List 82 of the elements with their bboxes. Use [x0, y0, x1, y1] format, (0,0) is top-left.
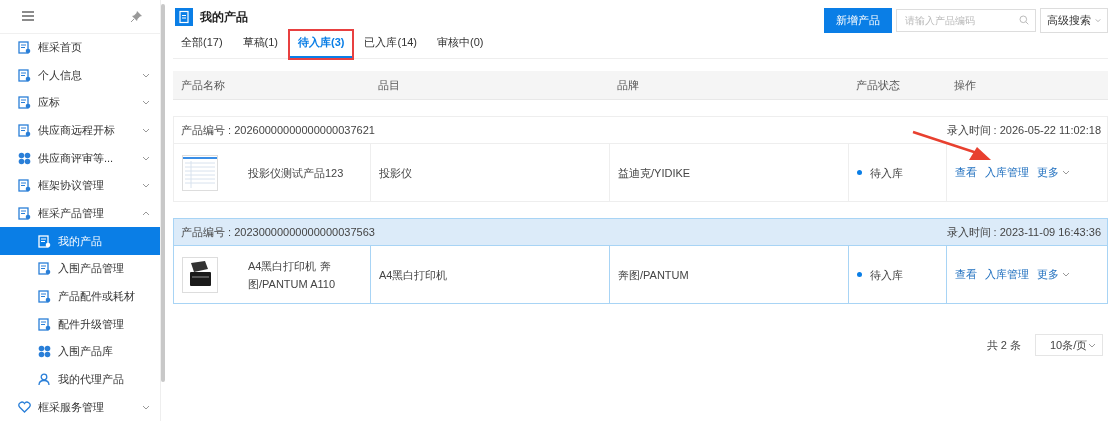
sidebar-subitem[interactable]: 我的产品: [0, 227, 160, 255]
table-cell-text: 益迪克/YIDIKE: [618, 165, 691, 181]
page-size-dropdown[interactable]: 10条/页: [1035, 334, 1103, 356]
grid-icon: [38, 345, 51, 359]
menu-icon[interactable]: [22, 11, 34, 22]
document-icon: [18, 179, 31, 193]
entry-time: 录入时间 : 2023-11-09 16:43:36: [946, 224, 1101, 240]
chevron-icon: [142, 127, 150, 133]
action-link[interactable]: 入库管理: [985, 267, 1029, 282]
sidebar-subitem[interactable]: 配件升级管理: [0, 310, 160, 338]
table-cell-text: 奔图/PANTUM: [618, 267, 689, 283]
scrollbar-thumb[interactable]: [161, 4, 165, 382]
person-icon: [38, 373, 51, 386]
page-title: 我的产品: [200, 8, 248, 26]
column-header: 操作: [953, 77, 977, 93]
printer-thumbnail: [182, 256, 218, 293]
chevron-icon: [1062, 170, 1070, 175]
action-link[interactable]: 查看: [955, 267, 977, 282]
product-name: A4黑白打印机 奔图/PANTUM A110: [248, 258, 336, 292]
chevron-icon: [1062, 272, 1070, 277]
product-code: 产品编号 : 20260000000000000037621: [181, 122, 375, 138]
chevron-icon: [142, 100, 150, 106]
chevron-icon: [1095, 18, 1101, 23]
table-cell-text: 投影仪: [379, 165, 412, 181]
document-icon: [18, 206, 31, 220]
sidebar-item[interactable]: 供应商评审等...: [0, 144, 160, 172]
column-header: 品目: [377, 77, 401, 93]
chevron-icon: [142, 183, 150, 189]
sidebar-subitem[interactable]: 入围产品库: [0, 338, 160, 366]
status-text: 待入库: [870, 165, 903, 181]
document-icon: [18, 40, 31, 54]
screenshot-thumbnail: [182, 154, 218, 191]
column-header: 品牌: [616, 77, 640, 93]
document-icon: [38, 234, 51, 248]
action-link[interactable]: 查看: [955, 165, 977, 180]
sidebar-item[interactable]: 应标: [0, 88, 160, 117]
sidebar-item[interactable]: 供应商远程开标: [0, 116, 160, 145]
search-icon[interactable]: [1019, 15, 1029, 25]
sidebar-item[interactable]: 框采首页: [0, 33, 160, 62]
chevron-icon: [142, 210, 150, 216]
sidebar-subitem[interactable]: 产品配件或耗材: [0, 282, 160, 311]
add-product-button[interactable]: 新增产品: [824, 8, 892, 33]
entry-time: 录入时间 : 2026-05-22 11:02:18: [946, 122, 1101, 138]
column-header: 产品状态: [855, 77, 901, 93]
product-card[interactable]: 产品编号 : 20230000000000000037563 录入时间 : 2023-11-09 16:43:36 A4黑白打印机 奔图/PANTUM A110 A4黑白打印机 奔图/PANTUM 待入库 查看 入库管理 更多: [173, 218, 1108, 304]
status-dot: [857, 272, 862, 277]
more-dropdown[interactable]: 更多: [1037, 267, 1070, 282]
tab[interactable]: 全部(17): [173, 31, 231, 58]
tab[interactable]: 审核中(0): [429, 31, 492, 58]
document-icon: [18, 68, 31, 82]
document-icon: [38, 317, 51, 331]
document-icon: [18, 123, 31, 137]
advanced-search-dropdown[interactable]: 高级搜索: [1040, 8, 1108, 33]
pin-icon[interactable]: [131, 10, 142, 22]
status-dot: [857, 170, 862, 175]
sidebar-item[interactable]: 框架协议管理: [0, 171, 160, 200]
document-icon: [18, 96, 31, 110]
chevron-icon: [142, 155, 150, 161]
tab[interactable]: 已入库(14): [356, 31, 426, 58]
status-text: 待入库: [870, 267, 903, 283]
sidebar-item[interactable]: 框采产品管理: [0, 199, 160, 228]
document-icon: [38, 290, 51, 303]
sidebar-subitem[interactable]: 我的代理产品: [0, 365, 160, 394]
sidebar-item[interactable]: 框采服务管理: [0, 393, 160, 421]
chevron-icon: [142, 72, 150, 78]
sidebar-item[interactable]: 个人信息: [0, 61, 160, 89]
more-dropdown[interactable]: 更多: [1037, 165, 1070, 180]
product-name: 投影仪测试产品123: [248, 165, 345, 181]
sidebar-subitem[interactable]: 入围产品管理: [0, 255, 160, 283]
action-link[interactable]: 入库管理: [985, 165, 1029, 180]
tab[interactable]: 草稿(1): [234, 31, 286, 58]
product-card[interactable]: 产品编号 : 20260000000000000037621 录入时间 : 2026-05-22 11:02:18 投影仪测试产品123 投影仪 益迪克/YIDIKE 待入库 查看 入库管理 更多: [173, 116, 1108, 202]
chevron-icon: [142, 404, 150, 410]
total-count: 共 2 条: [986, 337, 1021, 353]
product-code: 产品编号 : 20230000000000000037563: [181, 224, 375, 240]
tab[interactable]: 待入库(3): [290, 31, 353, 58]
table-cell-text: A4黑白打印机: [379, 267, 448, 283]
grid-icon: [18, 151, 31, 165]
column-header: 产品名称: [180, 77, 226, 93]
chevron-icon: [1088, 342, 1096, 348]
document-icon: [175, 8, 193, 26]
document-icon: [38, 262, 51, 276]
